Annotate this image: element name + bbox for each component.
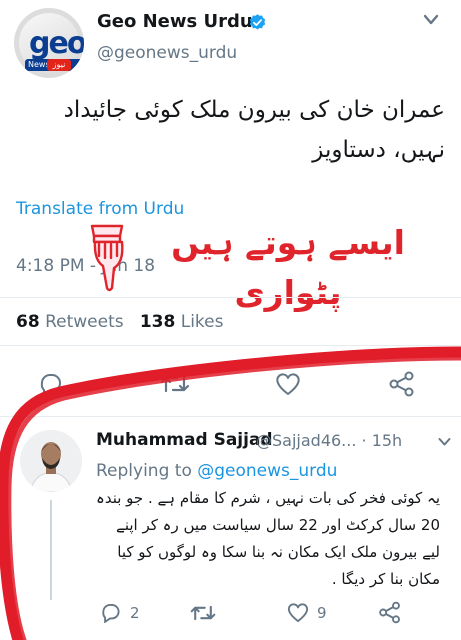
reply-count: 2 [130,604,140,622]
retweets-count[interactable]: 68 [16,312,40,332]
geo-logo-text: geo [29,26,84,61]
share-icon[interactable] [378,601,402,624]
retweet-icon[interactable] [160,373,190,395]
likes-label[interactable]: Likes [181,312,224,332]
tweet-stats: 68 Retweets 138 Likes [16,312,223,332]
geo-logo-band-ur: نیوز [47,59,71,71]
retweets-label[interactable]: Retweets [45,312,124,332]
geo-news-avatar[interactable]: geo News نیوز [14,8,84,78]
replying-to-handle[interactable]: @geonews_urdu [197,461,337,481]
reply-icon[interactable] [100,602,122,623]
like-count: 9 [317,604,327,622]
chevron-down-icon[interactable] [423,14,439,26]
verified-icon [249,14,266,30]
tweet-text: عمران خان کی بیرون ملک کوئی جائیداد نہیں… [63,97,445,163]
likes-count[interactable]: 138 [140,312,176,332]
reply-icon[interactable] [38,372,64,396]
divider [0,297,461,298]
like-icon[interactable] [286,602,310,623]
tweet-display-name[interactable]: Geo News Urdu [97,11,253,32]
replying-prefix: Replying to [96,461,198,481]
retweet-icon[interactable] [190,603,216,623]
divider [0,345,461,346]
tweet-handle[interactable]: @geonews_urdu [97,43,237,63]
divider [0,416,461,417]
thread-line [50,500,52,600]
reply-text: یہ کوئی فخر کی بات نہیں ، شرم کا مقام ہے… [96,489,440,588]
geo-logo: geo News نیوز [19,13,84,73]
pointing-hand-icon [90,224,124,292]
share-icon[interactable] [388,371,416,397]
overlay-annotation: ایسے ہوتے ہیں پٹواری [171,223,405,312]
chevron-down-icon[interactable] [438,437,451,447]
replying-to: Replying to @geonews_urdu [96,461,337,481]
user-avatar[interactable] [20,430,82,492]
like-icon[interactable] [274,372,302,396]
reply-handle[interactable]: @Sajjad46... · 15h [256,431,402,450]
avatar-photo [20,430,82,492]
translate-link[interactable]: Translate from Urdu [16,199,184,219]
reply-display-name[interactable]: Muhammad Sajjad [96,430,273,450]
